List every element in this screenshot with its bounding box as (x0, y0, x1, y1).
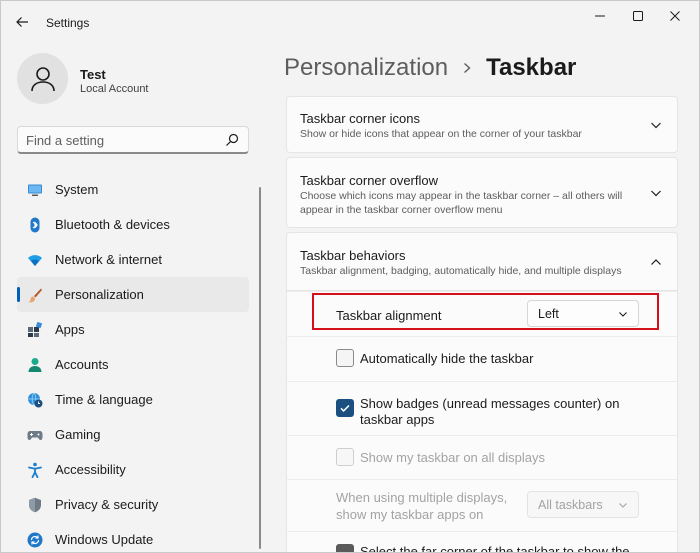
all-displays-label: Show my taskbar on all displays (360, 450, 545, 465)
chevron-down-icon (619, 503, 627, 508)
sidebar-item-windows-update[interactable]: Windows Update (17, 522, 249, 552)
back-button[interactable] (11, 11, 33, 33)
page-title: Taskbar (486, 54, 577, 81)
sidebar-scrollbar[interactable] (259, 187, 261, 549)
sidebar-item-label: Gaming (55, 427, 101, 442)
sidebar-item-privacy-security[interactable]: Privacy & security (17, 487, 249, 522)
far-corner-checkbox[interactable] (336, 544, 354, 552)
sidebar-item-time-language[interactable]: Time & language (17, 382, 249, 417)
taskbar-corner-overflow-card[interactable]: Taskbar corner overflow Choose which ico… (286, 157, 678, 228)
card-description: Taskbar alignment, badging, automaticall… (300, 265, 622, 277)
update-icon (27, 532, 43, 548)
sidebar-item-label: Accounts (55, 357, 109, 372)
search-box[interactable] (17, 126, 249, 154)
sidebar-item-system[interactable]: System (17, 172, 249, 207)
monitor-icon (28, 184, 42, 196)
close-icon (670, 11, 680, 21)
sidebar-item-label: Apps (55, 322, 85, 337)
minimize-button[interactable] (583, 5, 617, 27)
settings-window: Settings Test Local Account System Bluet… (0, 0, 700, 553)
sidebar-item-label: Bluetooth & devices (55, 217, 170, 232)
app-title: Settings (46, 16, 90, 30)
user-profile[interactable]: Test Local Account (17, 53, 257, 105)
badges-checkbox[interactable] (336, 399, 354, 417)
sidebar-item-apps[interactable]: Apps (17, 312, 249, 347)
sidebar-item-label: Privacy & security (55, 497, 159, 512)
chevron-down-icon[interactable] (649, 118, 663, 132)
all-displays-checkbox[interactable] (336, 448, 354, 466)
breadcrumb-parent[interactable]: Personalization (284, 54, 448, 82)
sidebar-item-accessibility[interactable]: Accessibility (17, 452, 249, 487)
apps-icon (28, 322, 43, 337)
taskbar-alignment-dropdown[interactable]: Left (527, 300, 639, 327)
card-title: Taskbar corner overflow (300, 173, 438, 188)
sidebar-item-label: System (55, 182, 99, 197)
card-description-line2: appear in the taskbar corner overflow me… (300, 204, 503, 216)
multiple-displays-label-line1: When using multiple displays, (336, 490, 508, 505)
sidebar-item-label: Accessibility (55, 462, 126, 477)
badges-label-line2: taskbar apps (360, 412, 435, 427)
checkmark-icon (340, 404, 350, 412)
active-indicator (17, 287, 20, 302)
breadcrumb: Personalization Taskbar (284, 51, 576, 85)
avatar (17, 53, 68, 104)
card-title: Taskbar behaviors (300, 248, 406, 263)
chevron-right-icon (464, 62, 471, 74)
sidebar-item-label: Time & language (55, 392, 153, 407)
taskbar-corner-icons-card[interactable]: Taskbar corner icons Show or hide icons … (286, 96, 678, 153)
breadcrumb-separator (462, 62, 472, 74)
search-input[interactable] (26, 131, 216, 149)
minimize-icon (595, 15, 605, 17)
multiple-displays-label-line2: show my taskbar apps on (336, 507, 484, 522)
multiple-displays-dropdown[interactable]: All taskbars (527, 491, 639, 518)
card-description: Show or hide icons that appear on the co… (300, 128, 582, 140)
auto-hide-label: Automatically hide the taskbar (360, 351, 534, 366)
maximize-button[interactable] (621, 5, 655, 27)
chevron-up-icon[interactable] (649, 255, 663, 269)
sidebar-item-bluetooth[interactable]: Bluetooth & devices (17, 207, 249, 242)
account-type: Local Account (80, 83, 149, 95)
sidebar-item-network[interactable]: Network & internet (17, 242, 249, 277)
title-bar: Settings (1, 1, 699, 43)
user-icon (30, 66, 55, 91)
badges-label-line1: Show badges (unread messages counter) on (360, 396, 620, 411)
person-icon (28, 358, 42, 372)
taskbar-behaviors-card[interactable]: Taskbar behaviors Taskbar alignment, bad… (286, 232, 678, 291)
accessibility-icon (28, 462, 42, 478)
maximize-icon (633, 11, 643, 21)
search-icon[interactable] (224, 132, 240, 148)
close-button[interactable] (658, 5, 692, 27)
wifi-icon (28, 255, 42, 266)
taskbar-alignment-label: Taskbar alignment (336, 308, 442, 323)
dropdown-value: All taskbars (538, 498, 603, 512)
back-arrow-icon (16, 17, 28, 27)
sidebar-item-gaming[interactable]: Gaming (17, 417, 249, 452)
sidebar-nav: System Bluetooth & devices Network & int… (17, 172, 249, 552)
shield-icon (29, 497, 41, 513)
bluetooth-icon (30, 217, 40, 233)
chevron-down-icon (619, 312, 627, 317)
card-description-line1: Choose which icons may appear in the tas… (300, 190, 623, 202)
sidebar-item-accounts[interactable]: Accounts (17, 347, 249, 382)
sidebar-item-label: Network & internet (55, 252, 162, 267)
user-name: Test (80, 67, 106, 82)
sidebar-item-personalization[interactable]: Personalization (17, 277, 249, 312)
chevron-down-icon[interactable] (649, 186, 663, 200)
dropdown-value: Left (538, 307, 559, 321)
brush-icon (28, 288, 42, 303)
gamepad-icon (27, 431, 43, 440)
sidebar-item-label: Personalization (55, 287, 144, 302)
globe-clock-icon (28, 392, 43, 408)
sidebar-item-label: Windows Update (55, 532, 154, 547)
card-title: Taskbar corner icons (300, 111, 420, 126)
auto-hide-checkbox[interactable] (336, 349, 354, 367)
far-corner-label: Select the far corner of the taskbar to … (360, 544, 630, 553)
